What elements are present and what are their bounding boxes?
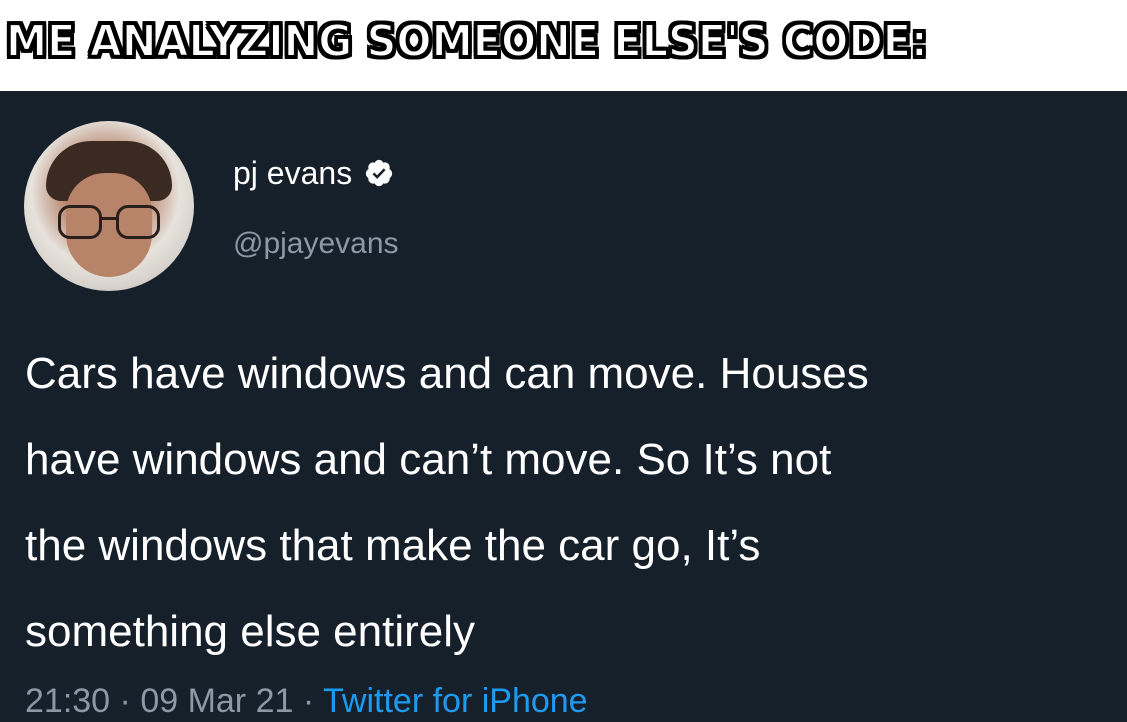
meme-caption: ME ANALYZING SOMEONE ELSE'S CODE: <box>5 15 928 68</box>
tweet-meta: 21:30 · 09 Mar 21 · Twitter for iPhone <box>25 680 588 722</box>
display-name[interactable]: pj evans <box>233 153 352 193</box>
verified-badge-icon <box>366 159 393 187</box>
tweet-source-link[interactable]: Twitter for iPhone <box>323 682 588 720</box>
tweet-text-line: have windows and can’t move. So It’s not <box>25 435 832 484</box>
meme-caption-band: ME ANALYZING SOMEONE ELSE'S CODE: <box>0 0 1127 91</box>
avatar-glasses <box>58 205 160 239</box>
tweet-text-line: something else entirely <box>25 607 476 656</box>
meta-separator: · <box>110 682 141 720</box>
tweet-date[interactable]: 09 Mar 21 <box>140 682 293 720</box>
tweet-card: pj evans @pjayevans Cars have windows an… <box>0 91 1127 722</box>
user-handle[interactable]: @pjayevans <box>233 225 399 263</box>
tweet-text: Cars have windows and can move. Houses h… <box>25 331 1125 675</box>
meta-separator: · <box>293 682 324 720</box>
tweet-time[interactable]: 21:30 <box>25 682 110 720</box>
avatar[interactable] <box>24 121 194 291</box>
tweet-text-line: Cars have windows and can move. Houses <box>25 349 869 398</box>
author-name-row: pj evans <box>233 153 394 193</box>
tweet-text-line: the windows that make the car go, It’s <box>25 521 761 570</box>
